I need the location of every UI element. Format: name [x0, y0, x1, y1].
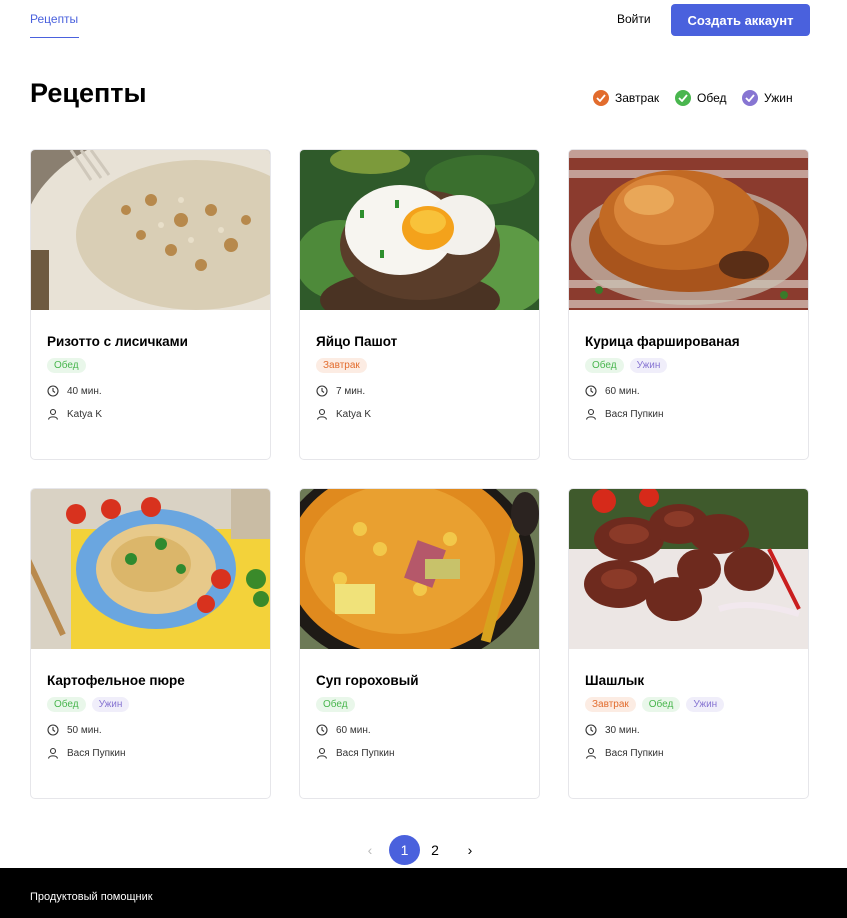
recipe-title[interactable]: Яйцо Пашот [316, 334, 397, 349]
time-text: 7 мин. [336, 385, 366, 397]
clock-icon [585, 385, 597, 397]
recipe-card[interactable]: Шашлык Завтрак Обед Ужин 30 мин. Вася Пу… [568, 488, 809, 799]
user-icon [585, 408, 597, 420]
author-text: Katya K [336, 408, 372, 420]
recipe-time: 7 мин. [316, 385, 365, 397]
tag-lunch: Обед [641, 697, 681, 712]
create-account-button[interactable]: Создать аккаунт [671, 4, 810, 36]
tag-lunch: Обед [47, 697, 86, 712]
recipe-title[interactable]: Суп гороховый [316, 673, 419, 688]
author-text: Вася Пупкин [605, 408, 664, 420]
tag-dinner: Ужин [91, 697, 130, 712]
nav-active-underline [30, 37, 79, 38]
clock-icon [316, 724, 328, 736]
author-text: Вася Пупкин [605, 747, 664, 759]
recipe-photo-poached-egg[interactable] [300, 150, 539, 310]
author-text: Katya K [67, 408, 103, 420]
recipe-card[interactable]: Курица фаршированая Обед Ужин 60 мин. Ва… [568, 149, 809, 460]
recipe-title[interactable]: Шашлык [585, 673, 644, 688]
pagination-page-1[interactable]: 1 [389, 835, 420, 865]
clock-icon [316, 385, 328, 397]
recipe-time: 50 мин. [47, 724, 102, 736]
tag-breakfast: Завтрак [585, 697, 636, 712]
recipe-time: 60 мин. [316, 724, 371, 736]
recipe-title[interactable]: Ризотто с лисичками [47, 334, 188, 349]
user-icon [585, 747, 597, 759]
recipe-card[interactable]: Картофельное пюре Обед Ужин 50 мин. Вася… [30, 488, 271, 799]
login-link[interactable]: Войти [617, 12, 651, 26]
recipe-photo-pea-soup[interactable] [300, 489, 539, 649]
time-text: 50 мин. [67, 724, 102, 736]
user-icon [316, 408, 328, 420]
tag-lunch: Обед [47, 358, 86, 373]
recipe-photo-roast-chicken[interactable] [569, 150, 808, 310]
recipe-card[interactable]: Суп гороховый Обед 60 мин. Вася Пупкин [299, 488, 540, 799]
filter-label: Обед [697, 91, 727, 105]
filter-dinner[interactable]: Ужин [742, 90, 793, 106]
tag-dinner: Ужин [686, 697, 725, 712]
clock-icon [585, 724, 597, 736]
time-text: 30 мин. [605, 724, 640, 736]
clock-icon [47, 385, 59, 397]
nav-recipes-link[interactable]: Рецепты [30, 12, 78, 26]
footer-brand: Продуктовый помощник [30, 891, 153, 903]
tag-lunch: Обед [585, 358, 624, 373]
recipe-tags: Завтрак [316, 358, 367, 373]
author-text: Вася Пупкин [67, 747, 126, 759]
time-text: 60 мин. [336, 724, 371, 736]
checkmark-icon [593, 90, 609, 106]
checkmark-icon [742, 90, 758, 106]
recipe-title[interactable]: Картофельное пюре [47, 673, 185, 688]
user-icon [47, 747, 59, 759]
tag-dinner: Ужин [629, 358, 668, 373]
recipe-author: Katya K [316, 408, 371, 420]
recipe-tags: Завтрак Обед Ужин [585, 697, 725, 712]
user-icon [316, 747, 328, 759]
filter-breakfast[interactable]: Завтрак [593, 90, 659, 106]
checkmark-icon [675, 90, 691, 106]
user-icon [47, 408, 59, 420]
clock-icon [47, 724, 59, 736]
recipe-author: Вася Пупкин [585, 747, 664, 759]
time-text: 60 мин. [605, 385, 640, 397]
recipe-tags: Обед Ужин [47, 697, 130, 712]
tag-lunch: Обед [316, 697, 355, 712]
time-text: 40 мин. [67, 385, 102, 397]
filter-label: Ужин [764, 91, 793, 105]
pagination-page-2[interactable]: 2 [425, 835, 445, 865]
filter-label: Завтрак [615, 91, 660, 105]
recipe-photo-risotto[interactable] [31, 150, 270, 310]
recipe-author: Вася Пупкин [47, 747, 126, 759]
pagination-prev-icon[interactable]: ‹ [362, 835, 378, 865]
footer: Продуктовый помощник [0, 868, 847, 918]
recipe-card[interactable]: Ризотто с лисичками Обед 40 мин. Katya K [30, 149, 271, 460]
recipe-tags: Обед [47, 358, 86, 373]
page-title: Рецепты [30, 78, 147, 108]
recipe-photo-shashlik[interactable] [569, 489, 808, 649]
recipe-tags: Обед [316, 697, 355, 712]
pagination-next-icon[interactable]: › [462, 835, 478, 865]
recipe-tags: Обед Ужин [585, 358, 668, 373]
recipe-photo-mashed-potato[interactable] [31, 489, 270, 649]
filter-lunch[interactable]: Обед [675, 90, 726, 106]
recipe-author: Katya K [47, 408, 102, 420]
author-text: Вася Пупкин [336, 747, 395, 759]
recipe-time: 40 мин. [47, 385, 102, 397]
recipe-card[interactable]: Яйцо Пашот Завтрак 7 мин. Katya K [299, 149, 540, 460]
recipe-time: 60 мин. [585, 385, 640, 397]
recipe-title[interactable]: Курица фаршированая [585, 334, 740, 349]
recipe-author: Вася Пупкин [585, 408, 664, 420]
recipe-time: 30 мин. [585, 724, 640, 736]
tag-breakfast: Завтрак [316, 358, 367, 373]
recipe-author: Вася Пупкин [316, 747, 395, 759]
